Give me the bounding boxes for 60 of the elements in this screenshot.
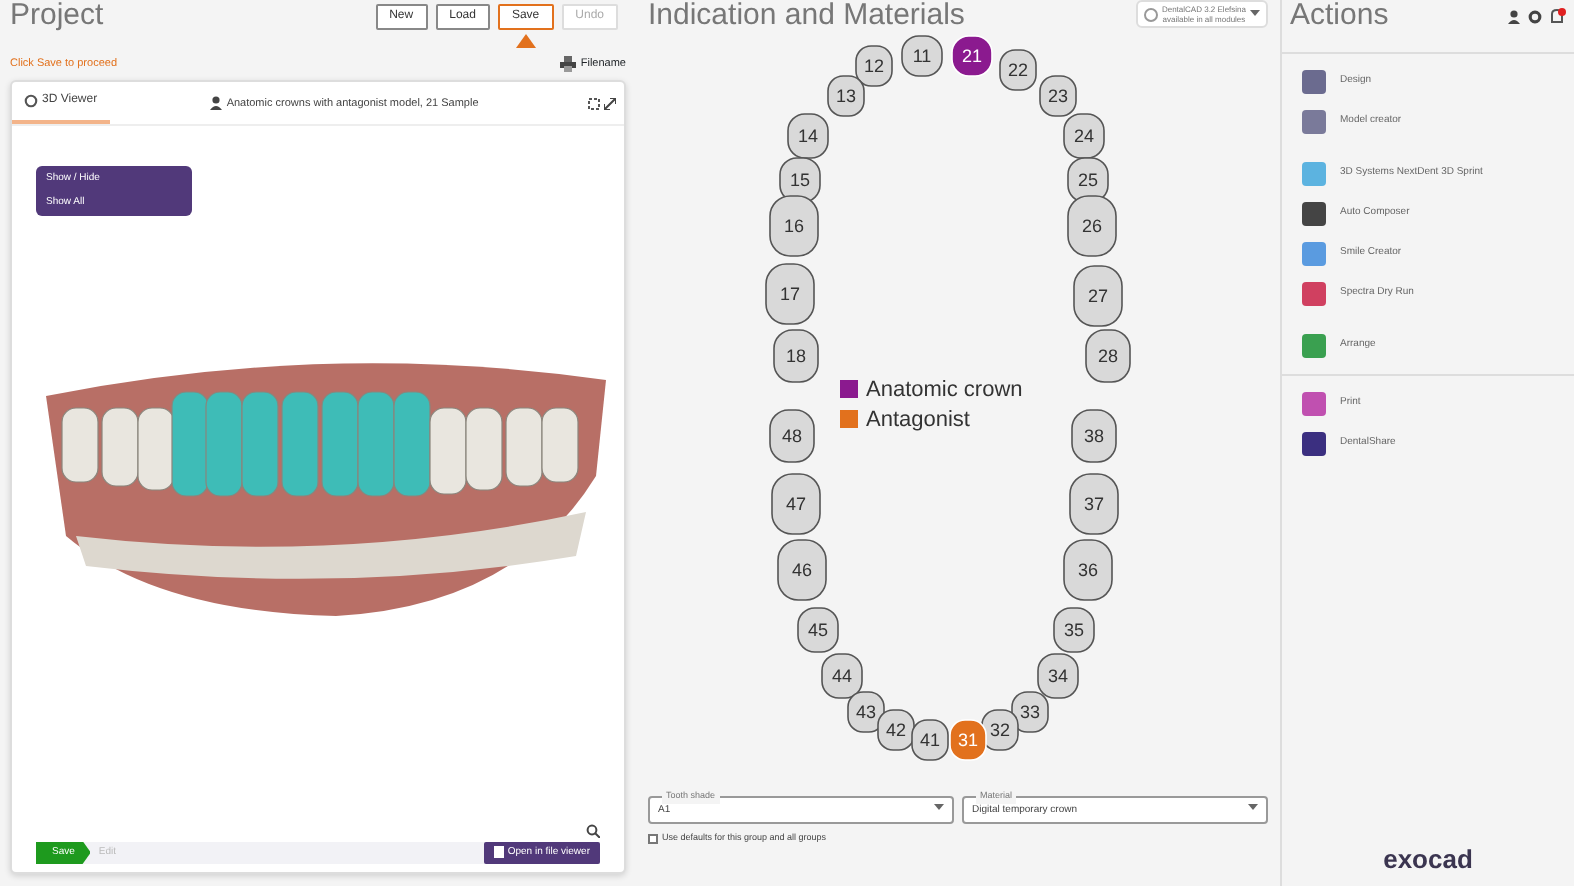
person-icon bbox=[210, 96, 223, 111]
tooth[interactable]: 46 bbox=[777, 539, 827, 601]
tooth[interactable]: 42 bbox=[877, 709, 915, 751]
tooth[interactable]: 17 bbox=[765, 263, 815, 325]
app-icon bbox=[1302, 282, 1326, 306]
tooth[interactable]: 27 bbox=[1073, 265, 1123, 327]
tooth[interactable]: 13 bbox=[827, 75, 865, 117]
tooth[interactable]: 44 bbox=[821, 653, 863, 699]
tooth[interactable]: 43 bbox=[847, 691, 885, 733]
app-icon bbox=[1302, 110, 1326, 134]
checkbox[interactable] bbox=[648, 833, 658, 844]
notification-icon[interactable] bbox=[1550, 8, 1566, 24]
app-icon bbox=[1302, 162, 1326, 186]
panel-title: Project bbox=[10, 0, 104, 32]
tooth[interactable]: 26 bbox=[1067, 195, 1117, 257]
tooth[interactable]: 36 bbox=[1063, 539, 1113, 601]
user-icon[interactable] bbox=[1508, 9, 1520, 23]
tooth[interactable]: 12 bbox=[855, 45, 893, 87]
document-icon bbox=[493, 846, 504, 859]
frame-icon[interactable] bbox=[588, 97, 600, 110]
tooth[interactable]: 18 bbox=[773, 329, 819, 383]
app-icon bbox=[1302, 202, 1326, 226]
app-icon bbox=[1302, 242, 1326, 266]
settings-icon[interactable] bbox=[1528, 9, 1542, 23]
tooth[interactable]: 35 bbox=[1053, 607, 1095, 653]
caret-icon bbox=[1250, 10, 1260, 18]
tooth[interactable]: 37 bbox=[1069, 473, 1119, 535]
legend-label: Anatomic crown bbox=[866, 378, 1023, 402]
caret-icon bbox=[1248, 804, 1258, 812]
tooth[interactable]: 48 bbox=[769, 409, 815, 463]
tooth[interactable]: 38 bbox=[1071, 409, 1117, 463]
tooth[interactable]: 11 bbox=[901, 35, 943, 77]
panel-title: Actions bbox=[1290, 0, 1389, 32]
selection-marker-icon bbox=[515, 33, 536, 47]
tooth[interactable]: 33 bbox=[1011, 691, 1049, 733]
caret-icon bbox=[934, 804, 944, 812]
tooth[interactable]: 23 bbox=[1039, 75, 1077, 117]
tooth[interactable]: 45 bbox=[797, 607, 839, 653]
printer-icon bbox=[560, 56, 577, 73]
tooth[interactable]: 24 bbox=[1063, 113, 1105, 159]
tooth[interactable]: 22 bbox=[999, 49, 1037, 91]
zoom-icon[interactable] bbox=[586, 823, 600, 837]
tooth[interactable]: 14 bbox=[787, 113, 829, 159]
tooth[interactable]: 21 bbox=[951, 35, 993, 77]
tooth[interactable]: 28 bbox=[1085, 329, 1131, 383]
app-icon bbox=[1302, 334, 1326, 358]
app-icon bbox=[1302, 432, 1326, 456]
expand-icon[interactable] bbox=[604, 97, 616, 110]
brand-logo: exocad bbox=[1381, 841, 1475, 877]
tooth[interactable]: 15 bbox=[779, 157, 821, 203]
tooth[interactable]: 41 bbox=[911, 719, 949, 761]
tooth[interactable]: 32 bbox=[981, 709, 1019, 751]
tooth[interactable]: 34 bbox=[1037, 653, 1079, 699]
tooth[interactable]: 16 bbox=[769, 195, 819, 257]
app-icon bbox=[1302, 70, 1326, 94]
app-icon bbox=[1302, 392, 1326, 416]
tooth[interactable]: 47 bbox=[771, 473, 821, 535]
panel-title: Indication and Materials bbox=[648, 0, 965, 32]
legend-label: Antagonist bbox=[866, 408, 970, 432]
tooth[interactable]: 25 bbox=[1067, 157, 1109, 203]
